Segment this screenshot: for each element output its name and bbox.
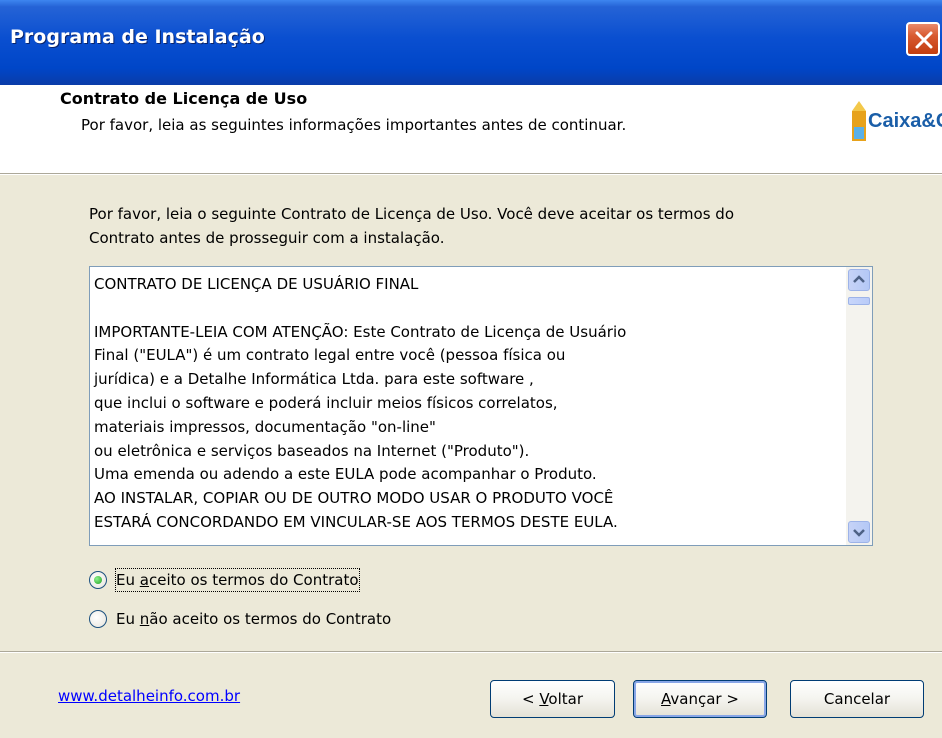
close-icon xyxy=(915,31,933,49)
cancel-button[interactable]: Cancelar xyxy=(790,680,924,718)
website-link[interactable]: www.detalheinfo.com.br xyxy=(58,687,240,705)
next-button[interactable]: Avançar > xyxy=(633,680,767,718)
accept-radio[interactable] xyxy=(89,571,107,589)
scroll-up-button[interactable] xyxy=(848,269,870,291)
logo-text: Caixa&Cia xyxy=(868,110,942,132)
scroll-down-button[interactable] xyxy=(848,521,870,543)
license-line: IMPORTANTE-LEIA COM ATENÇÃO: Este Contra… xyxy=(94,322,627,341)
page-subtitle: Por favor, leia as seguintes informações… xyxy=(81,116,627,134)
title-bar[interactable]: Programa de Instalação xyxy=(0,0,942,85)
license-line: Final ("EULA") é um contrato legal entre… xyxy=(94,346,566,365)
caixa-cia-logo: Caixa&Cia xyxy=(852,101,942,141)
back-button[interactable]: < Voltar xyxy=(490,680,615,718)
accept-label[interactable]: Eu aceito os termos do Contrato xyxy=(115,568,360,592)
decline-label[interactable]: Eu não aceito os termos do Contrato xyxy=(116,608,391,630)
license-line: Uma emenda ou adendo a este EULA pode ac… xyxy=(94,465,597,484)
intro-line: Por favor, leia o seguinte Contrato de L… xyxy=(89,205,734,223)
license-line: ou eletrônica e serviços baseados na Int… xyxy=(94,441,530,460)
license-line: ESTARÁ CONCORDANDO EM VINCULAR-SE AOS TE… xyxy=(94,512,618,531)
window-title: Programa de Instalação xyxy=(10,26,265,48)
license-line: jurídica) e a Detalhe Informática Ltda. … xyxy=(94,370,534,389)
intro-text: Por favor, leia o seguinte Contrato de L… xyxy=(89,202,889,250)
license-line: AO INSTALAR, COPIAR OU DE OUTRO MODO USA… xyxy=(94,489,614,508)
chevron-up-icon xyxy=(853,275,865,283)
license-line: CONTRATO DE LICENÇA DE USUÁRIO FINAL xyxy=(94,275,419,293)
license-line xyxy=(94,297,836,321)
wizard-header: Contrato de Licença de Uso Por favor, le… xyxy=(0,85,942,173)
license-text[interactable]: CONTRATO DE LICENÇA DE USUÁRIO FINAL IMP… xyxy=(94,273,836,535)
close-button[interactable] xyxy=(906,22,940,56)
scroll-thumb[interactable] xyxy=(848,297,870,305)
license-textbox[interactable]: CONTRATO DE LICENÇA DE USUÁRIO FINAL IMP… xyxy=(89,266,873,546)
page-title: Contrato de Licença de Uso xyxy=(60,89,308,108)
decline-radio[interactable] xyxy=(89,610,107,628)
intro-line: Contrato antes de prosseguir com a insta… xyxy=(89,229,445,247)
license-line: que inclui o software e poderá incluir m… xyxy=(94,393,558,412)
installer-window: Programa de Instalação Contrato de Licen… xyxy=(0,0,942,738)
license-line: materiais impressos, documentação "on-li… xyxy=(94,417,436,436)
vertical-scrollbar[interactable] xyxy=(846,267,872,545)
chevron-down-icon xyxy=(853,529,865,537)
radio-selected-dot xyxy=(94,576,102,584)
